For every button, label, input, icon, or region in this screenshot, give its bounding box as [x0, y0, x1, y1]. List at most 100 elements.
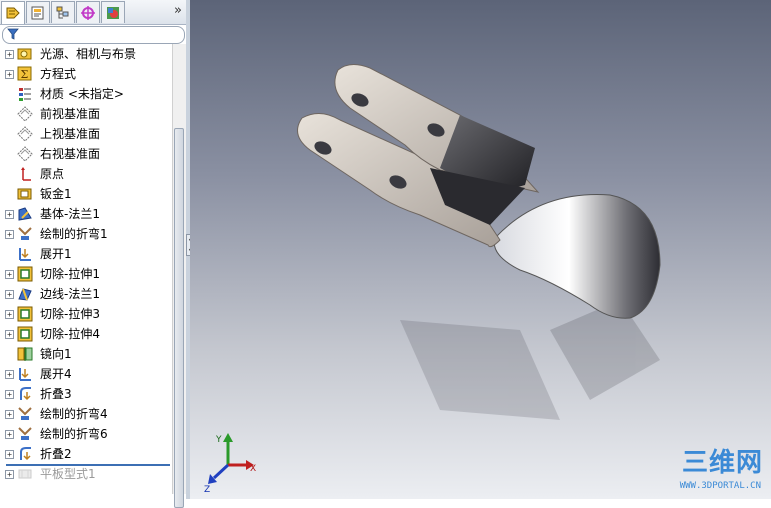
tree-item-label: 绘制的折弯1 — [40, 227, 108, 241]
cut-extrude-icon — [17, 326, 33, 342]
tree-item[interactable]: + 光源、相机与布景 — [0, 44, 172, 64]
unfold-icon — [17, 366, 33, 382]
flat-pattern-icon — [17, 466, 33, 482]
equations-icon: Σ — [17, 66, 33, 82]
tree-item[interactable]: 上视基准面 — [0, 124, 172, 144]
tree-scrollbar[interactable] — [172, 44, 186, 508]
cut-extrude-icon — [17, 306, 33, 322]
scrollbar-thumb[interactable] — [174, 128, 184, 508]
tree-item-label: 展开4 — [40, 367, 72, 381]
material-icon — [17, 86, 33, 102]
sheet-metal-icon — [17, 186, 33, 202]
expand-plus-icon[interactable]: + — [5, 370, 14, 379]
tree-item[interactable]: 原点 — [0, 164, 172, 184]
tree-item[interactable]: + 边线-法兰1 — [0, 284, 172, 304]
graphics-viewport[interactable]: Y X Z 三维网 WWW.3DPORTAL.CN — [190, 0, 771, 499]
tab-configuration-manager[interactable] — [51, 1, 75, 23]
tree-item-label: 原点 — [40, 167, 65, 181]
tree-item-label: 折叠3 — [40, 387, 72, 401]
tree-item[interactable]: + 基体-法兰1 — [0, 204, 172, 224]
tree-item[interactable]: + 绘制的折弯1 — [0, 224, 172, 244]
cut-extrude-icon — [17, 266, 33, 282]
expand-plus-icon[interactable]: + — [5, 310, 14, 319]
tree-item[interactable]: + 折叠3 — [0, 384, 172, 404]
plane-icon — [17, 146, 33, 162]
tree-item-label: 方程式 — [40, 67, 77, 81]
expand-plus-icon[interactable]: + — [5, 270, 14, 279]
expand-plus-icon[interactable]: + — [5, 330, 14, 339]
tree-item-label: 材质 <未指定> — [40, 87, 124, 101]
tree-item[interactable]: + 切除-拉伸4 — [0, 324, 172, 344]
fold-icon — [17, 386, 33, 402]
watermark-url: WWW.3DPORTAL.CN — [679, 481, 761, 491]
tree-item[interactable]: 钣金1 — [0, 184, 172, 204]
dimxpert-icon — [81, 5, 95, 20]
more-tabs-chevron-icon[interactable]: » — [174, 3, 182, 18]
expand-plus-icon[interactable]: + — [5, 230, 14, 239]
tab-feature-manager[interactable] — [1, 1, 25, 24]
tree-item[interactable]: + 绘制的折弯4 — [0, 404, 172, 424]
sketched-bend-icon — [17, 406, 33, 422]
tree-item-label: 绘制的折弯6 — [40, 427, 108, 441]
expand-plus-icon[interactable]: + — [5, 210, 14, 219]
feature-manager-panel: » + 光源、相机与布景 + Σ 方程式 材质 <未指定> 前视基准面 上视基准面 右视基准面原… — [0, 0, 187, 508]
expand-plus-icon[interactable]: + — [5, 410, 14, 419]
filter-icon — [7, 28, 19, 40]
tree-item-label: 镜向1 — [40, 347, 72, 361]
property-icon — [31, 6, 44, 19]
tree-item[interactable]: 镜向1 — [0, 344, 172, 364]
tree-item[interactable]: + Σ 方程式 — [0, 64, 172, 84]
tree-item-label: 折叠2 — [40, 447, 72, 461]
tree-item[interactable]: + 折叠2 — [0, 444, 172, 464]
base-flange-icon — [17, 206, 33, 222]
lights-cameras-icon — [17, 46, 33, 62]
expand-plus-icon[interactable]: + — [5, 290, 14, 299]
triad-y-label: Y — [215, 435, 222, 445]
triad-x-label: X — [250, 464, 256, 474]
display-icon — [107, 6, 119, 19]
sketched-bend-icon — [17, 426, 33, 442]
tree-item-label: 钣金1 — [40, 187, 72, 201]
expand-plus-icon[interactable]: + — [5, 430, 14, 439]
expand-plus-icon[interactable]: + — [5, 390, 14, 399]
tab-display-manager[interactable] — [101, 1, 125, 23]
tree-item[interactable]: 展开1 — [0, 244, 172, 264]
tree-item-label: 前视基准面 — [40, 107, 101, 121]
tree-filter-input[interactable] — [2, 26, 185, 44]
tree-item-label: 展开1 — [40, 247, 72, 261]
tab-dimxpert-manager[interactable] — [76, 1, 100, 23]
watermark-logo: 三维网 — [681, 448, 763, 478]
feature-tree-icon — [6, 7, 20, 19]
configuration-icon — [56, 6, 69, 18]
part-model-drawing: Y X Z — [204, 64, 661, 495]
unfold-icon — [17, 246, 33, 262]
tree-item[interactable]: + 切除-拉伸1 — [0, 264, 172, 284]
tree-item[interactable]: + 切除-拉伸3 — [0, 304, 172, 324]
rollback-bar[interactable] — [6, 464, 170, 466]
plane-icon — [17, 106, 33, 122]
tree-item[interactable]: 右视基准面 — [0, 144, 172, 164]
expand-plus-icon[interactable]: + — [5, 70, 14, 79]
expand-plus-icon[interactable]: + — [5, 450, 14, 459]
tree-item-label: 右视基准面 — [40, 147, 101, 161]
tree-item-label: 切除-拉伸1 — [40, 267, 100, 281]
mirror-icon — [17, 346, 33, 362]
tree-item-label: 绘制的折弯4 — [40, 407, 108, 421]
sketched-bend-icon — [17, 226, 33, 242]
panel-tab-bar: » — [0, 0, 186, 25]
triad-z-label: Z — [204, 485, 210, 495]
tree-item[interactable]: 前视基准面 — [0, 104, 172, 124]
fold-icon — [17, 446, 33, 462]
tree-item[interactable]: + 展开4 — [0, 364, 172, 384]
expand-plus-icon[interactable]: + — [5, 50, 14, 59]
tree-item[interactable]: + 绘制的折弯6 — [0, 424, 172, 444]
edge-flange-icon — [17, 286, 33, 302]
plane-icon — [17, 126, 33, 142]
svg-text:Σ: Σ — [21, 68, 29, 81]
axis-triad: Y X Z — [204, 433, 256, 495]
tab-property-manager[interactable] — [26, 1, 50, 23]
origin-icon — [17, 166, 33, 182]
tree-item[interactable]: 材质 <未指定> — [0, 84, 172, 104]
tree-item[interactable]: + 平板型式1 — [0, 464, 172, 484]
expand-plus-icon[interactable]: + — [5, 470, 14, 479]
